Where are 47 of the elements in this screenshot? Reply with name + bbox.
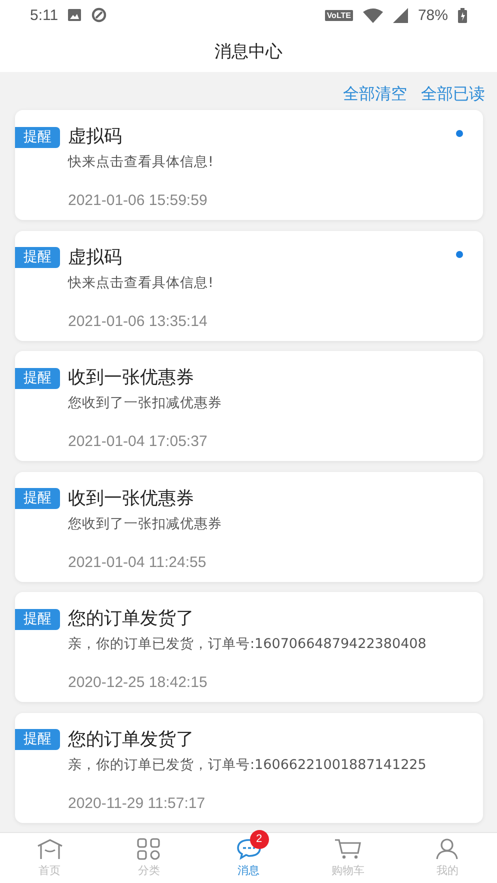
message-date: 2020-11-29 11:57:17 — [68, 794, 206, 814]
unread-count-badge: 2 — [250, 830, 269, 849]
message-body: 您收到了一张扣减优惠券 — [68, 514, 223, 534]
message-card[interactable]: 提醒 虚拟码 快来点击查看具体信息! 2021-01-06 15:59:59 — [15, 110, 483, 220]
signal-icon — [392, 8, 408, 22]
message-date: 2021-01-06 13:35:14 — [68, 312, 208, 332]
message-title: 您的订单发货了 — [68, 728, 194, 752]
nav-tab[interactable]: 2 消息 — [198, 833, 298, 883]
message-title: 虚拟码 — [68, 125, 122, 149]
message-card[interactable]: 提醒 收到一张优惠券 您收到了一张扣减优惠券 2021-01-04 11:24:55 — [15, 472, 483, 582]
message-date: 2021-01-04 11:24:55 — [68, 552, 208, 572]
mark-all-read-link[interactable]: 全部已读 — [421, 83, 485, 105]
message-date: 2021-01-04 17:05:37 — [68, 432, 208, 452]
message-body: 您收到了一张扣减优惠券 — [68, 394, 223, 413]
clock: 5:11 — [30, 6, 58, 24]
person-icon — [435, 838, 460, 860]
message-body: 快来点击查看具体信息! — [68, 274, 214, 292]
message-title: 您的订单发货了 — [68, 607, 194, 631]
image-icon — [68, 9, 82, 21]
message-title: 收到一张优惠券 — [68, 486, 194, 510]
message-card[interactable]: 提醒 虚拟码 快来点击查看具体信息! 2021-01-06 13:35:14 — [15, 230, 483, 340]
message-date: 2020-12-25 18:42:15 — [68, 673, 208, 693]
message-title: 虚拟码 — [68, 246, 122, 270]
message-body: 亲，你的订单已发货，订单号:16070664879422380408 — [68, 635, 428, 654]
message-title: 收到一张优惠券 — [68, 366, 194, 390]
message-body: 快来点击查看具体信息! — [68, 153, 214, 172]
battery-icon — [458, 8, 467, 22]
reminder-tag: 提醒 — [15, 247, 60, 268]
grid-icon — [137, 838, 162, 860]
home-icon — [36, 838, 64, 860]
message-date: 2021-01-06 15:59:59 — [68, 191, 208, 211]
message-card[interactable]: 提醒 您的订单发货了 亲，你的订单已发货，订单号:16070664879422380408 2020-12-25 18:42:15 — [15, 592, 483, 702]
battery-level: 78% — [418, 6, 448, 24]
reminder-tag: 提醒 — [15, 608, 60, 630]
message-body: 亲，你的订单已发货，订单号:16066221001887141225 — [68, 756, 428, 774]
reminder-tag: 提醒 — [15, 729, 60, 750]
cart-icon — [334, 838, 362, 860]
network-label: VoLTE — [324, 10, 353, 20]
message-card[interactable]: 提醒 收到一张优惠券 您收到了一张扣减优惠券 2021-01-04 17:05:37 — [15, 351, 483, 461]
reminder-tag: 提醒 — [15, 368, 60, 388]
wifi-icon — [362, 8, 383, 22]
reminder-tag: 提醒 — [15, 488, 60, 509]
page-title: 消息中心 — [214, 40, 282, 62]
reminder-tag: 提醒 — [15, 126, 60, 148]
clear-all-link[interactable]: 全部清空 — [343, 83, 407, 105]
data-saver-icon — [91, 7, 108, 23]
message-card[interactable]: 提醒 您的订单发货了 亲，你的订单已发货，订单号:16066221001887141225 2020-11-29 11:57:17 — [15, 712, 483, 822]
